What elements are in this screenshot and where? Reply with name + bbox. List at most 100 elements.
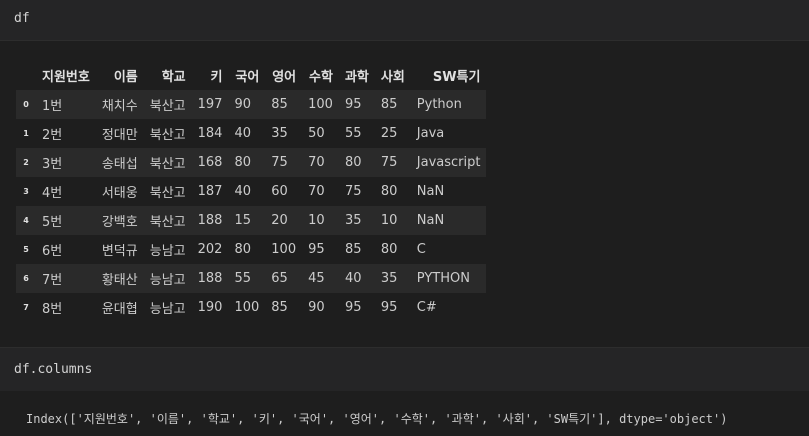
table-cell: 75 [344,184,362,199]
table-cell: 40 [234,184,251,199]
table-cell: 북산고 [149,186,186,201]
table-cell: 4번 [42,186,63,201]
table-cell: 85 [344,242,362,257]
table-row: 0 1번 채치수 북산고 197 90 85 100 95 85 Python [16,90,487,119]
table-cell: C# [416,300,437,315]
table-cell: 정대만 [101,128,138,143]
table-cell: 187 [197,184,223,199]
table-cell: 45 [308,271,325,286]
row-index: 7 [23,303,29,312]
code-cell-2-source[interactable]: df.columns [14,362,92,377]
table-row: 4 5번 강백호 북산고 188 15 20 10 35 10 NaN [16,206,487,235]
table-cell: 60 [271,184,288,199]
table-cell: 북산고 [149,99,186,114]
table-cell: 8번 [42,302,63,317]
table-row: 1 2번 정대만 북산고 184 40 35 50 55 25 Java [16,119,487,148]
code-cell-2[interactable]: df.columns [0,347,809,392]
table-cell: 95 [308,242,325,257]
table-cell: 북산고 [149,157,186,172]
table-cell: 168 [197,155,223,170]
table-cell: 채치수 [101,99,138,114]
dataframe-table: 지원번호 이름 학교 키 국어 영어 수학 과학 사회 SW특기 0 1번 채치수 북… [16,61,487,322]
table-cell: 188 [197,271,223,286]
table-cell: 90 [234,97,251,112]
row-index: 6 [23,274,29,283]
table-cell: 202 [197,242,223,257]
table-cell: 북산고 [149,215,186,230]
table-cell: 10 [380,213,398,228]
row-index: 2 [23,158,29,167]
table-cell: 3번 [42,157,63,172]
table-row: 6 7번 황태산 능남고 188 55 65 45 40 35 PYTHON [16,264,487,293]
row-index: 1 [23,129,29,138]
row-index: 5 [23,245,29,254]
table-cell: 10 [308,213,325,228]
table-cell: 15 [234,213,251,228]
table-cell: Python [416,97,462,112]
table-cell: 75 [380,155,398,170]
table-cell: 80 [380,184,398,199]
columns-output-text: Index(['지원번호', '이름', '학교', '키', '국어', '영… [26,412,728,426]
table-cell: 80 [234,155,251,170]
table-cell: 100 [271,242,297,257]
table-cell: 1번 [42,99,63,114]
table-cell: 85 [271,300,288,315]
table-cell: 능남고 [149,302,186,317]
table-cell: 서태웅 [101,186,138,201]
code-cell-1[interactable]: df [0,0,809,41]
table-cell: 25 [380,126,398,141]
column-header: 학교 [143,61,192,90]
table-row: 2 3번 송태섭 북산고 168 80 75 70 80 75 Javascript [16,148,487,177]
code-cell-1-source[interactable]: df [14,11,30,26]
column-header: 영어 [265,61,303,90]
table-cell: 95 [344,97,362,112]
table-cell: 95 [380,300,398,315]
table-cell: 100 [234,300,260,315]
table-cell: 75 [271,155,288,170]
row-index: 0 [23,100,29,109]
table-cell: 5번 [42,215,63,230]
table-cell: 184 [197,126,223,141]
table-cell: NaN [416,213,445,228]
table-cell: 35 [271,126,288,141]
table-cell: 35 [380,271,398,286]
table-cell: 70 [308,155,325,170]
table-cell: 190 [197,300,223,315]
output-area-2: Index(['지원번호', '이름', '학교', '키', '국어', '영… [0,391,809,436]
table-cell: Javascript [416,155,481,170]
table-cell: 35 [344,213,362,228]
table-cell: 70 [308,184,325,199]
index-header [16,61,36,90]
table-cell: 2번 [42,128,63,143]
table-cell: 6번 [42,244,63,259]
row-index: 4 [23,216,29,225]
column-header: 이름 [95,61,144,90]
table-cell: 188 [197,213,223,228]
table-cell: 197 [197,97,223,112]
column-header: 키 [191,61,229,90]
table-cell: 80 [380,242,398,257]
table-row: 3 4번 서태웅 북산고 187 40 60 70 75 80 NaN [16,177,487,206]
table-cell: 95 [344,300,362,315]
table-cell: 90 [308,300,325,315]
column-header: 사회 [374,61,411,90]
table-header-row: 지원번호 이름 학교 키 국어 영어 수학 과학 사회 SW특기 [16,61,487,90]
table-cell: NaN [416,184,445,199]
table-cell: 80 [344,155,362,170]
table-row: 5 6번 변덕규 능남고 202 80 100 95 85 80 C [16,235,487,264]
table-cell: PYTHON [416,271,470,286]
table-cell: 황태산 [101,273,138,288]
column-header: 수학 [302,61,339,90]
table-cell: Java [416,126,445,141]
table-cell: 북산고 [149,128,186,143]
table-cell: 능남고 [149,273,186,288]
table-cell: 85 [271,97,288,112]
table-cell: 100 [308,97,333,112]
table-cell: 65 [271,271,288,286]
column-header: 국어 [228,61,266,90]
table-cell: 85 [380,97,398,112]
table-cell: 윤대협 [101,302,138,317]
table-cell: 송태섭 [101,157,138,172]
column-header: SW특기 [410,61,487,90]
table-row: 7 8번 윤대협 능남고 190 100 85 90 95 95 C# [16,293,487,322]
